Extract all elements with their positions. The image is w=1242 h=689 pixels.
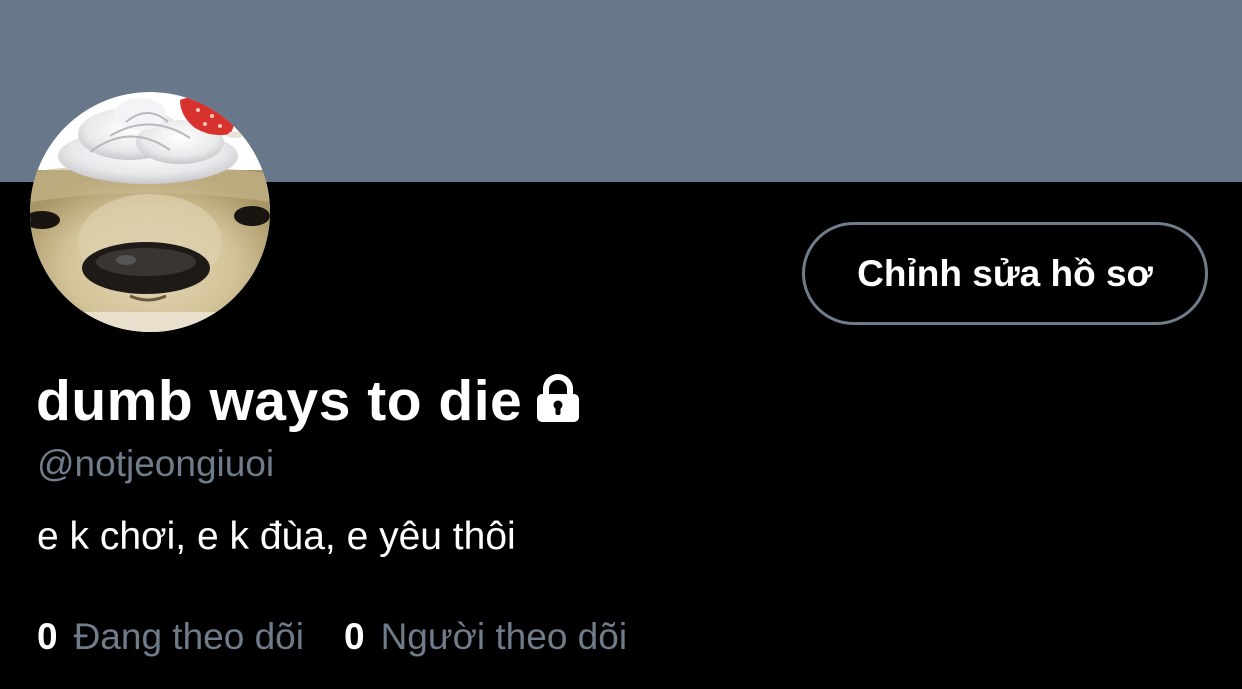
- profile-handle: @notjeongiuoi: [37, 443, 275, 484]
- following-count: 0: [37, 616, 58, 657]
- profile-bio: e k chơi, e k đùa, e yêu thôi: [37, 515, 516, 558]
- display-name: dumb ways to die: [36, 369, 523, 433]
- profile-stats: 0 Đang theo dõi 0 Người theo dõi: [37, 614, 627, 660]
- followers-label: Người theo dõi: [380, 616, 628, 657]
- display-name-row: dumb ways to die: [36, 366, 582, 436]
- profile-avatar[interactable]: [30, 92, 270, 332]
- followers-stat[interactable]: 0 Người theo dõi: [344, 614, 627, 660]
- avatar-image: [30, 92, 270, 332]
- following-label: Đang theo dõi: [73, 616, 304, 657]
- edit-profile-button[interactable]: Chỉnh sửa hồ sơ: [802, 222, 1208, 325]
- followers-count: 0: [343, 616, 365, 657]
- following-stat[interactable]: 0 Đang theo dõi: [37, 614, 304, 660]
- profile-page: Chỉnh sửa hồ sơ dumb ways to die @notjeo…: [0, 0, 1242, 689]
- lock-icon: [534, 374, 582, 424]
